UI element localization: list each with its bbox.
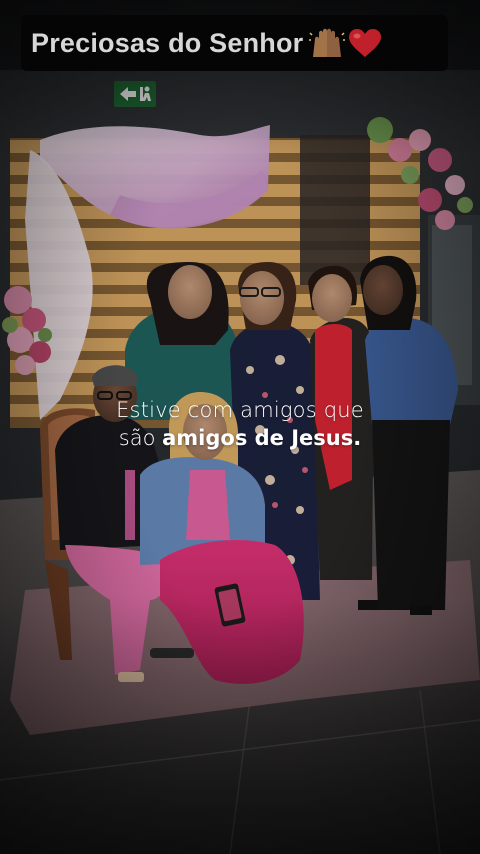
caption-line-1: Estive com amigos que (116, 398, 364, 422)
caption-line-2: são amigos de Jesus. (90, 424, 390, 452)
exit-arrow-icon (120, 86, 151, 101)
story-caption: Estive com amigos que são amigos de Jesu… (90, 396, 390, 452)
story-frame: Preciosas do Senhor Estive com amigos qu… (0, 0, 480, 854)
title-emoji-group (309, 27, 383, 59)
story-title: Preciosas do Senhor (31, 27, 304, 58)
red-heart-emoji (349, 29, 382, 57)
caption-bold-text: amigos de Jesus. (162, 426, 362, 450)
exit-sign (114, 81, 156, 107)
story-title-bar: Preciosas do Senhor (21, 15, 448, 71)
caption-regular-text: são (118, 426, 156, 450)
raised-hands-emoji (309, 28, 346, 57)
